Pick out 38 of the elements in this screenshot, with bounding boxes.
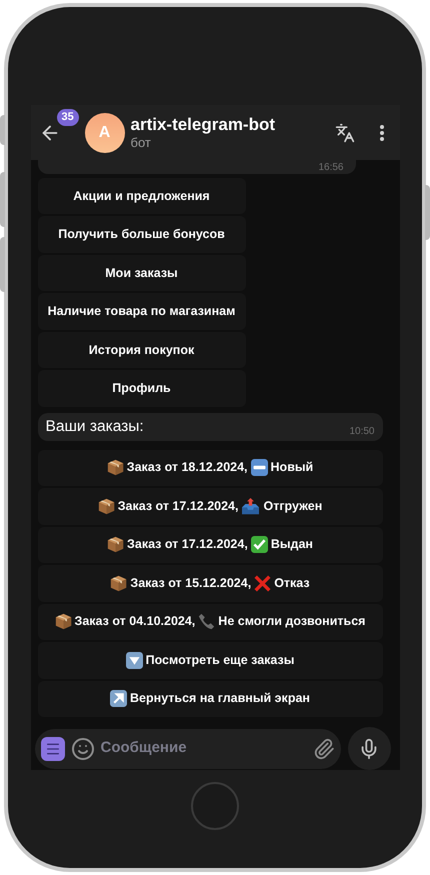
- message-time: 10:50: [349, 424, 374, 438]
- keyboard-button[interactable]: Акции и предложения: [38, 178, 246, 214]
- inline-button[interactable]: Вернуться на главный экран: [38, 680, 382, 717]
- order-button[interactable]: Заказ от 04.10.2024, Не смогли дозвониться: [38, 604, 382, 640]
- order-button[interactable]: Заказ от 17.12.2024, Отгружен: [38, 488, 382, 524]
- emoji-icon[interactable]: [70, 736, 94, 760]
- package-icon: [107, 536, 124, 554]
- keyboard-button[interactable]: Мои заказы: [38, 254, 246, 292]
- order-button[interactable]: Заказ от 15.12.2024, Отказ: [38, 565, 382, 602]
- mic-button[interactable]: [348, 727, 390, 770]
- message-field[interactable]: Сообщение: [100, 737, 306, 760]
- attach-icon[interactable]: [312, 738, 334, 760]
- package-icon: [106, 459, 124, 476]
- more-icon: [380, 124, 384, 140]
- package-icon: [98, 498, 115, 515]
- message-time: 16:56: [318, 162, 344, 174]
- avatar: A: [84, 112, 124, 152]
- menu-icon: [44, 740, 60, 756]
- outbox-tray-icon: [241, 498, 260, 515]
- inline-button[interactable]: Посмотреть еще заказы: [38, 642, 382, 678]
- keyboard-button[interactable]: Наличие товара по магазинам: [38, 293, 246, 330]
- keyboard-button[interactable]: Профиль: [38, 370, 246, 407]
- message-input[interactable]: Сообщение: [34, 728, 340, 768]
- keyboard-button[interactable]: Получить больше бонусов: [38, 216, 246, 253]
- menu-button[interactable]: [40, 736, 64, 760]
- chat-subtitle: бот: [130, 134, 152, 150]
- package-icon: [54, 613, 72, 630]
- keyboard-button[interactable]: История покупок: [38, 332, 246, 368]
- translate-icon: [334, 122, 354, 142]
- cross-icon: [254, 574, 272, 592]
- package-icon: [110, 574, 128, 592]
- order-button[interactable]: Заказ от 18.12.2024, Новый: [38, 450, 382, 486]
- unread-badge: 35: [56, 109, 79, 126]
- check-icon: [250, 536, 268, 554]
- phone-icon: [198, 613, 216, 630]
- chat-title: artix-telegram-bot: [130, 114, 276, 134]
- message-text: Ваши заказы:: [46, 417, 144, 438]
- order-button[interactable]: Заказ от 17.12.2024, Выдан: [38, 526, 382, 563]
